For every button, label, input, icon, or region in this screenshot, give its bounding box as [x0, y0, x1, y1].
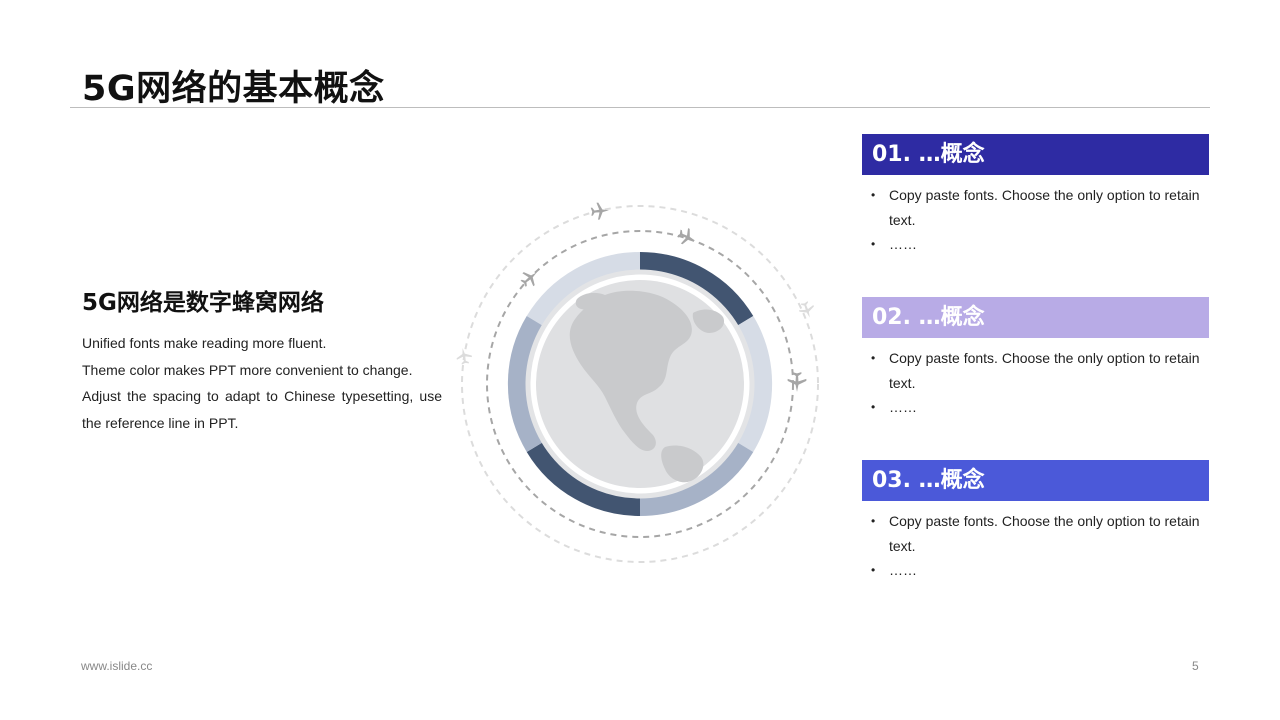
bullet-item: ……: [862, 558, 1209, 583]
airplane-icon: [675, 225, 699, 249]
airplane-icon: [787, 372, 807, 392]
left-subheading: 5G网络是数字蜂窝网络: [82, 290, 324, 316]
card-heading: 01. …概念: [862, 134, 1209, 175]
body-line: Unified fonts make reading more fluent.: [82, 335, 327, 351]
concept-card-1: 01. …概念 Copy paste fonts. Choose the onl…: [862, 134, 1209, 257]
left-body-text: Unified fonts make reading more fluent. …: [82, 330, 442, 436]
bullet-item: Copy paste fonts. Choose the only option…: [862, 183, 1209, 232]
airplane-icon: [455, 346, 473, 366]
bullet-item: ……: [862, 395, 1209, 420]
concept-card-2: 02. …概念 Copy paste fonts. Choose the onl…: [862, 297, 1209, 420]
footer-url[interactable]: www.islide.cc: [81, 659, 152, 673]
slide-title: 5G网络的基本概念: [82, 69, 385, 109]
bullet-item: ……: [862, 232, 1209, 257]
card-bullet-list: Copy paste fonts. Choose the only option…: [862, 346, 1209, 420]
body-line: Adjust the spacing to adapt to Chinese t…: [82, 388, 442, 404]
globe-ring-graphic: [455, 201, 819, 563]
card-bullet-list: Copy paste fonts. Choose the only option…: [862, 509, 1209, 583]
card-bullet-list: Copy paste fonts. Choose the only option…: [862, 183, 1209, 257]
card-heading: 02. …概念: [862, 297, 1209, 338]
title-divider: [70, 107, 1210, 108]
bullet-item: Copy paste fonts. Choose the only option…: [862, 509, 1209, 558]
card-heading: 03. …概念: [862, 460, 1209, 501]
page-number: 5: [1192, 659, 1199, 673]
airplane-icon: [590, 201, 610, 221]
body-line: the reference line in PPT.: [82, 414, 239, 431]
body-line: Theme color makes PPT more convenient to…: [82, 361, 413, 378]
bullet-item: Copy paste fonts. Choose the only option…: [862, 346, 1209, 395]
globe-icon: [525, 269, 755, 499]
airplane-icon: [797, 299, 817, 321]
concept-card-3: 03. …概念 Copy paste fonts. Choose the onl…: [862, 460, 1209, 583]
